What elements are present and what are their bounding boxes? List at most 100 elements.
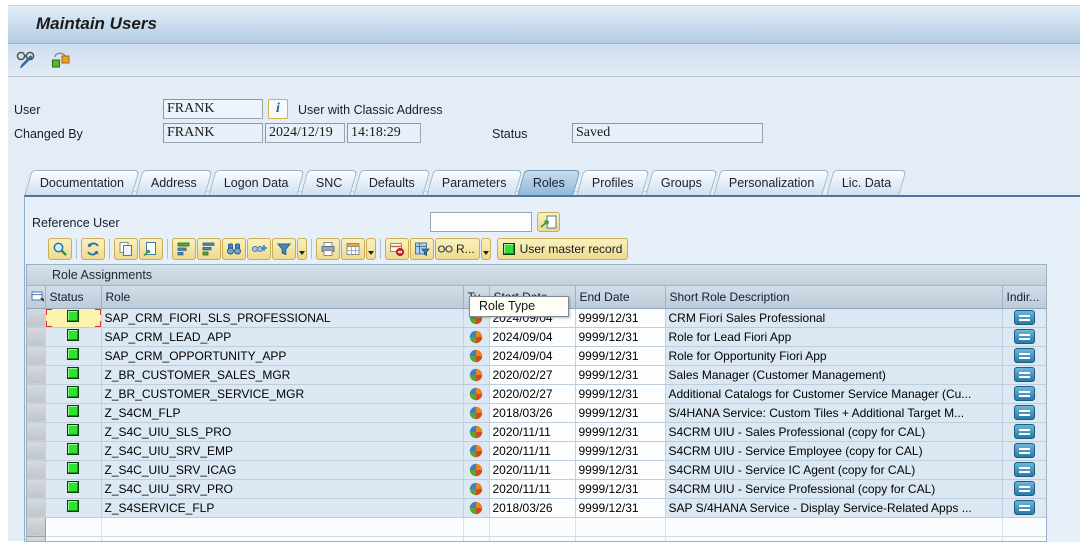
copy-append-button[interactable] [139, 238, 163, 260]
column-header-indirect[interactable]: Indir... [1002, 286, 1046, 308]
row-selector[interactable] [27, 517, 45, 536]
indirect-cell[interactable] [1002, 517, 1046, 536]
row-selector[interactable] [27, 479, 45, 498]
indirect-assignment-button[interactable] [1014, 348, 1035, 363]
tab-parameters[interactable]: Parameters [426, 170, 522, 195]
tab-address[interactable]: Address [135, 170, 212, 195]
indirect-assignment-button[interactable] [1014, 500, 1035, 515]
status-field[interactable] [572, 123, 763, 143]
description-cell[interactable] [665, 517, 1002, 536]
row-selector[interactable] [27, 460, 45, 479]
description-cell[interactable]: S4CRM UIU - Service IC Agent (copy for C… [665, 460, 1002, 479]
find-next-button[interactable] [247, 238, 271, 260]
role-cell[interactable]: Z_S4C_UIU_SRV_PRO [101, 479, 463, 498]
indirect-assignment-button[interactable] [1014, 405, 1035, 420]
status-cell[interactable] [45, 384, 101, 403]
indirect-cell[interactable] [1002, 479, 1046, 498]
role-cell[interactable]: Z_S4C_UIU_SRV_ICAG [101, 460, 463, 479]
end-date-cell[interactable]: 9999/12/31 [575, 308, 665, 327]
reference-user-input[interactable] [430, 212, 532, 232]
status-cell[interactable] [45, 479, 101, 498]
tab-documentation[interactable]: Documentation [24, 170, 139, 195]
role-type-cell[interactable] [463, 384, 489, 403]
row-selector[interactable] [27, 365, 45, 384]
references-button[interactable] [48, 48, 74, 72]
description-cell[interactable] [665, 536, 1002, 542]
find-button[interactable] [222, 238, 246, 260]
choose-layout-button[interactable] [410, 238, 434, 260]
indirect-cell[interactable] [1002, 460, 1046, 479]
indirect-cell[interactable] [1002, 365, 1046, 384]
tab-logon-data[interactable]: Logon Data [208, 170, 304, 195]
end-date-cell[interactable]: 9999/12/31 [575, 346, 665, 365]
changed-time-field[interactable] [347, 123, 421, 143]
role-type-cell[interactable] [463, 441, 489, 460]
refresh-button[interactable] [81, 238, 105, 260]
start-date-cell[interactable]: 2020/11/11 [489, 460, 575, 479]
description-cell[interactable]: S4CRM UIU - Service Professional (copy f… [665, 479, 1002, 498]
status-cell[interactable] [45, 308, 101, 327]
indirect-cell[interactable] [1002, 536, 1046, 542]
row-selector[interactable] [27, 308, 45, 327]
description-cell[interactable]: S/4HANA Service: Custom Tiles + Addition… [665, 403, 1002, 422]
role-cell[interactable]: SAP_CRM_FIORI_SLS_PROFESSIONAL [101, 308, 463, 327]
end-date-cell[interactable]: 9999/12/31 [575, 498, 665, 517]
indirect-assignment-button[interactable] [1014, 443, 1035, 458]
tab-lic-data[interactable]: Lic. Data [826, 170, 907, 195]
indirect-assignment-button[interactable] [1014, 310, 1035, 325]
status-cell[interactable] [45, 517, 101, 536]
details-button[interactable] [48, 238, 72, 260]
indirect-assignment-button[interactable] [1014, 462, 1035, 477]
row-selector[interactable] [27, 346, 45, 365]
tab-groups[interactable]: Groups [646, 170, 718, 195]
role-cell[interactable]: Z_S4CM_FLP [101, 403, 463, 422]
start-date-cell[interactable]: 2020/02/27 [489, 384, 575, 403]
role-type-cell[interactable] [463, 327, 489, 346]
end-date-cell[interactable]: 9999/12/31 [575, 327, 665, 346]
role-cell[interactable] [101, 517, 463, 536]
end-date-cell[interactable]: 9999/12/31 [575, 384, 665, 403]
indirect-cell[interactable] [1002, 441, 1046, 460]
status-cell[interactable] [45, 441, 101, 460]
start-date-cell[interactable]: 2020/11/11 [489, 441, 575, 460]
start-date-cell[interactable]: 2018/03/26 [489, 498, 575, 517]
status-cell[interactable] [45, 422, 101, 441]
role-cell[interactable]: Z_S4C_UIU_SLS_PRO [101, 422, 463, 441]
tab-roles[interactable]: Roles [518, 170, 581, 195]
status-cell[interactable] [45, 498, 101, 517]
column-header-description[interactable]: Short Role Description [665, 286, 1002, 308]
tab-profiles[interactable]: Profiles [577, 170, 650, 195]
role-cell[interactable]: Z_S4SERVICE_FLP [101, 498, 463, 517]
start-date-cell[interactable]: 2024/09/04 [489, 327, 575, 346]
set-filter-dropdown[interactable] [297, 238, 307, 260]
start-date-cell[interactable]: 2020/11/11 [489, 479, 575, 498]
changed-by-field[interactable] [163, 123, 263, 143]
row-selector[interactable] [27, 422, 45, 441]
description-cell[interactable]: SAP S/4HANA Service - Display Service-Re… [665, 498, 1002, 517]
views-button[interactable]: R... [435, 238, 480, 260]
status-cell[interactable] [45, 327, 101, 346]
indirect-cell[interactable] [1002, 327, 1046, 346]
export-button[interactable] [341, 238, 365, 260]
sort-descending-button[interactable] [197, 238, 221, 260]
export-dropdown[interactable] [366, 238, 376, 260]
start-date-cell[interactable]: 2024/09/04 [489, 346, 575, 365]
description-cell[interactable]: Role for Lead Fiori App [665, 327, 1002, 346]
indirect-cell[interactable] [1002, 498, 1046, 517]
role-type-cell[interactable] [463, 460, 489, 479]
indirect-assignment-button[interactable] [1014, 424, 1035, 439]
indirect-assignment-button[interactable] [1014, 386, 1035, 401]
role-type-cell[interactable] [463, 479, 489, 498]
description-cell[interactable]: Sales Manager (Customer Management) [665, 365, 1002, 384]
status-cell[interactable] [45, 365, 101, 384]
description-cell[interactable]: Role for Opportunity Fiori App [665, 346, 1002, 365]
column-header-status[interactable]: Status [45, 286, 101, 308]
end-date-cell[interactable]: 9999/12/31 [575, 460, 665, 479]
user-info-button[interactable]: i [268, 99, 288, 119]
role-type-cell[interactable] [463, 536, 489, 542]
indirect-cell[interactable] [1002, 346, 1046, 365]
user-master-record-button[interactable]: User master record [497, 238, 629, 260]
end-date-cell[interactable]: 9999/12/31 [575, 479, 665, 498]
role-cell[interactable]: Z_BR_CUSTOMER_SERVICE_MGR [101, 384, 463, 403]
end-date-cell[interactable]: 9999/12/31 [575, 441, 665, 460]
